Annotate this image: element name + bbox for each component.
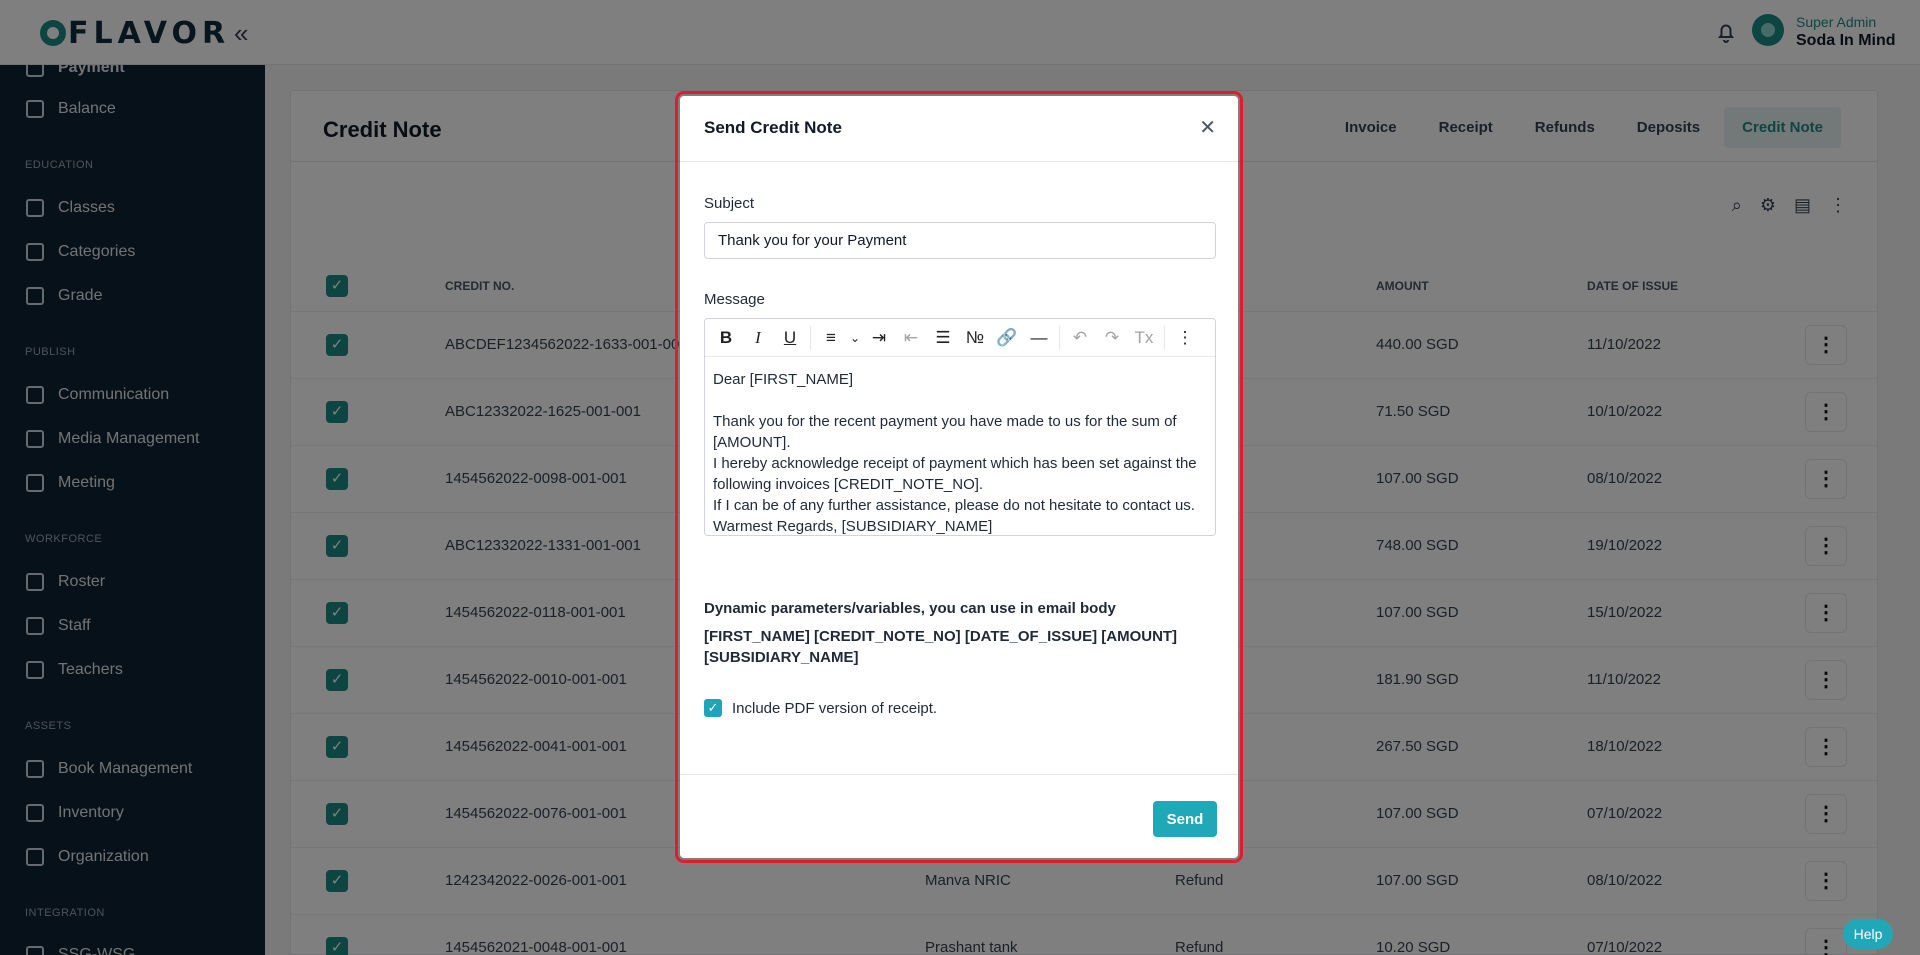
variables-title: Dynamic parameters/variables, you can us… [704, 600, 1116, 617]
variables-list: [FIRST_NAME] [CREDIT_NOTE_NO] [DATE_OF_I… [704, 628, 1178, 666]
subject-label: Subject [704, 195, 755, 212]
message-line [713, 390, 1207, 411]
message-body[interactable]: Dear [FIRST_NAME] Thank you for the rece… [705, 357, 1215, 549]
help-button[interactable]: Help [1843, 919, 1893, 949]
undo-icon[interactable]: ↶ [1065, 323, 1095, 353]
subject-input[interactable] [704, 222, 1216, 259]
horizontal-rule-icon[interactable]: — [1024, 323, 1054, 353]
message-line: Dear [FIRST_NAME] [713, 371, 854, 388]
more-icon[interactable]: ⋮ [1170, 323, 1200, 353]
toolbar-divider [1059, 325, 1060, 350]
modal-footer-divider [680, 774, 1238, 775]
link-icon[interactable]: 🔗 [992, 323, 1022, 353]
clear-format-icon[interactable]: Tx [1129, 323, 1159, 353]
message-label: Message [704, 291, 765, 308]
bullet-list-icon[interactable]: ☰ [928, 323, 958, 353]
modal-header: Send Credit Note ✕ [680, 96, 1238, 162]
italic-icon[interactable]: I [743, 323, 773, 353]
modal-title: Send Credit Note [704, 118, 842, 137]
editor-toolbar: B I U ≡ ⌄ ⇥ ⇤ ☰ № 🔗 — ↶ ↷ Tx ⋮ [705, 319, 1215, 357]
close-icon[interactable]: ✕ [1199, 115, 1216, 140]
numbered-list-icon[interactable]: № [960, 323, 990, 353]
include-pdf-checkbox[interactable]: ✓ [704, 699, 722, 717]
send-credit-note-modal: Send Credit Note ✕ Subject Message B I U… [675, 91, 1243, 863]
toolbar-divider [810, 325, 811, 350]
bold-icon[interactable]: B [711, 323, 741, 353]
align-icon[interactable]: ≡ [816, 323, 846, 353]
message-line: If I can be of any further assistance, p… [713, 497, 1195, 514]
message-line: Thank you for the recent payment you hav… [713, 413, 1177, 451]
chevron-down-icon[interactable]: ⌄ [848, 323, 862, 353]
send-button[interactable]: Send [1153, 801, 1217, 837]
message-line: Warmest Regards, [SUBSIDIARY_NAME] [713, 518, 993, 535]
outdent-icon[interactable]: ⇤ [896, 323, 926, 353]
message-editor[interactable]: B I U ≡ ⌄ ⇥ ⇤ ☰ № 🔗 — ↶ ↷ Tx ⋮ Dear [FIR… [704, 318, 1216, 536]
redo-icon[interactable]: ↷ [1097, 323, 1127, 353]
include-pdf-label: Include PDF version of receipt. [732, 699, 938, 717]
indent-icon[interactable]: ⇥ [864, 323, 894, 353]
toolbar-divider [1164, 325, 1165, 350]
message-line: I hereby acknowledge receipt of payment … [713, 455, 1197, 493]
include-pdf-option[interactable]: ✓ Include PDF version of receipt. [704, 699, 937, 717]
underline-icon[interactable]: U [775, 323, 805, 353]
